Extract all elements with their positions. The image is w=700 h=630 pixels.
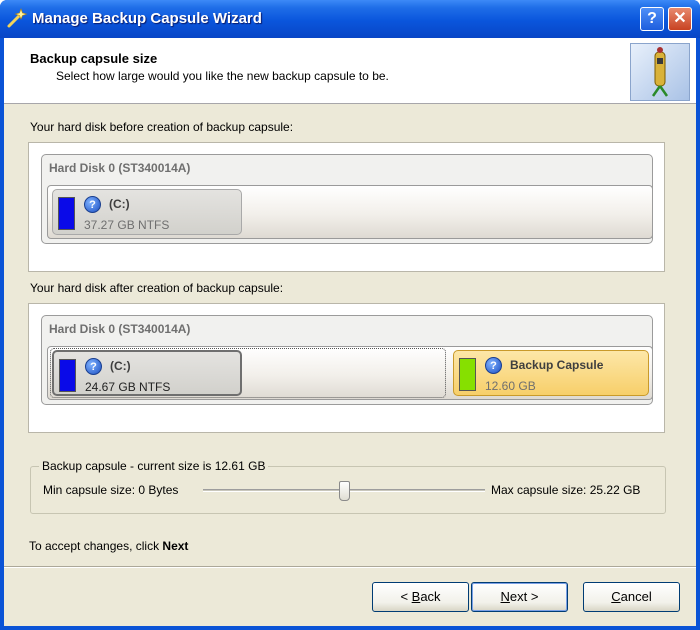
accept-hint-text: To accept changes, click (29, 539, 163, 553)
accept-hint: To accept changes, click Next (29, 539, 188, 553)
page-title: Backup capsule size (30, 51, 158, 66)
after-partition-c[interactable]: ? (C:) 24.67 GB NTFS (52, 350, 242, 396)
capsule-size-slider-thumb[interactable] (338, 481, 350, 501)
help-icon: ? (647, 10, 657, 27)
wizard-header: Backup capsule size Select how large wou… (4, 38, 696, 104)
back-label: ack (420, 589, 441, 604)
next-label: ext (509, 589, 528, 604)
partition-color-swatch (459, 358, 476, 391)
wizard-wand-icon (7, 8, 28, 28)
next-button[interactable]: Next > (471, 582, 568, 612)
capsule-size-group: Backup capsule - current size is 12.61 G… (30, 459, 666, 514)
help-question-icon: ? (84, 196, 101, 213)
wizard-client-area: Backup capsule size Select how large wou… (4, 38, 696, 626)
backup-capsule-icon (651, 47, 669, 97)
partition-name: (C:) (110, 359, 131, 373)
close-icon: ✕ (673, 10, 687, 27)
after-partition-backup-capsule[interactable]: ? Backup Capsule 12.60 GB (453, 350, 649, 396)
after-disk-bar: ? (C:) 24.67 GB NTFS ? Backup Capsule 12… (47, 346, 653, 400)
max-capsule-value: 25.22 GB (589, 483, 641, 497)
page-subtitle: Select how large would you like the new … (56, 69, 389, 83)
before-disk: Hard Disk 0 (ST340014A) ? (C:) 37.27 GB … (41, 154, 653, 244)
before-disk-title: Hard Disk 0 (ST340014A) (49, 161, 191, 175)
before-label: Your hard disk before creation of backup… (30, 120, 294, 134)
header-art (630, 43, 690, 101)
partition-name: Backup Capsule (510, 358, 604, 372)
max-capsule-caption: Max capsule size: (491, 483, 587, 497)
partition-size: 24.67 GB NTFS (85, 380, 171, 394)
help-question-icon: ? (485, 357, 502, 374)
title-bar[interactable]: Manage Backup Capsule Wizard ? ✕ (0, 0, 700, 38)
after-disk-title: Hard Disk 0 (ST340014A) (49, 322, 191, 336)
back-arrow: < (400, 589, 412, 604)
window-title: Manage Backup Capsule Wizard (32, 10, 262, 27)
next-arrow: > (527, 589, 539, 604)
min-capsule-value: 0 Bytes (138, 483, 179, 497)
wizard-window: Manage Backup Capsule Wizard ? ✕ Backup … (0, 0, 700, 630)
max-capsule-label: Max capsule size: 25.22 GB (491, 483, 640, 497)
min-capsule-caption: Min capsule size: (43, 483, 136, 497)
cancel-mnemonic: C (611, 589, 621, 604)
capsule-size-legend: Backup capsule - current size is 12.61 G… (39, 459, 269, 473)
close-button[interactable]: ✕ (668, 7, 692, 31)
partition-size: 37.27 GB NTFS (84, 218, 170, 232)
help-question-icon: ? (85, 358, 102, 375)
partition-color-swatch (59, 359, 76, 392)
back-button[interactable]: < Back (372, 582, 469, 612)
after-panel: Hard Disk 0 (ST340014A) ? (C:) 24.67 GB … (28, 303, 665, 433)
cancel-button[interactable]: Cancel (583, 582, 680, 612)
accept-hint-bold: Next (162, 539, 189, 553)
partition-color-swatch (58, 197, 75, 230)
help-button[interactable]: ? (640, 7, 664, 31)
before-disk-bar: ? (C:) 37.27 GB NTFS (47, 185, 653, 239)
after-disk: Hard Disk 0 (ST340014A) ? (C:) 24.67 GB … (41, 315, 653, 405)
footer-separator (4, 566, 696, 568)
next-mnemonic: N (500, 589, 510, 604)
min-capsule-label: Min capsule size: 0 Bytes (43, 483, 178, 497)
before-partition-c[interactable]: ? (C:) 37.27 GB NTFS (52, 189, 242, 235)
after-label: Your hard disk after creation of backup … (30, 281, 284, 295)
before-panel: Hard Disk 0 (ST340014A) ? (C:) 37.27 GB … (28, 142, 665, 272)
partition-size: 12.60 GB (485, 379, 536, 393)
cancel-label: ancel (620, 589, 652, 604)
partition-name: (C:) (109, 197, 130, 211)
